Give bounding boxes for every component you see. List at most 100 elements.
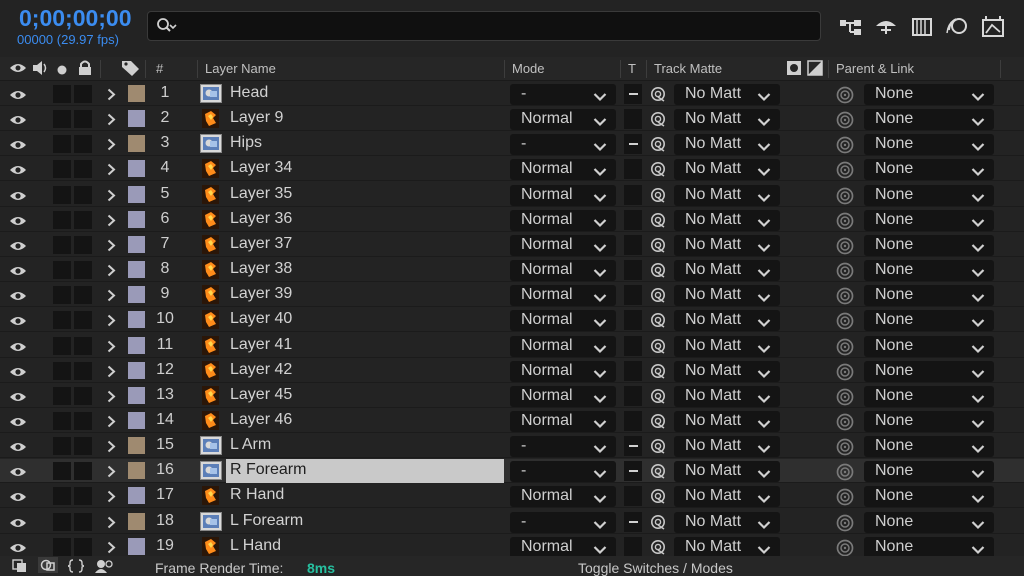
label-color-swatch[interactable] — [128, 386, 145, 404]
blend-mode-dropdown[interactable]: - — [510, 134, 616, 156]
blend-mode-dropdown[interactable]: Normal — [510, 335, 616, 357]
track-matte-dropdown[interactable]: No Matt — [674, 511, 780, 533]
layer-name[interactable]: Layer 36 — [226, 208, 504, 232]
layer-name[interactable]: Layer 37 — [226, 233, 504, 257]
layer-row[interactable]: 9 Layer 39 Normal No Matt None — [0, 283, 1024, 310]
label-color-swatch[interactable] — [128, 336, 145, 354]
lock-switch[interactable] — [74, 110, 92, 129]
blend-mode-dropdown[interactable]: Normal — [510, 385, 616, 407]
track-matte-dropdown[interactable]: No Matt — [674, 159, 780, 181]
layer-name[interactable]: Layer 39 — [226, 283, 504, 307]
chevron-right-icon[interactable] — [107, 541, 116, 556]
layer-row[interactable]: 17 R Hand Normal No Matt None — [0, 484, 1024, 509]
chevron-right-icon[interactable] — [107, 163, 116, 181]
layer-name[interactable]: R Hand — [226, 484, 504, 508]
parent-pickwhip-icon[interactable] — [836, 212, 854, 235]
parent-pickwhip-icon[interactable] — [836, 262, 854, 285]
layer-row[interactable]: 11 Layer 41 Normal No Matt None — [0, 333, 1024, 358]
eye-icon[interactable] — [9, 239, 27, 257]
parent-pickwhip-icon[interactable] — [836, 187, 854, 210]
matte-pickwhip-icon[interactable] — [650, 287, 666, 308]
preserve-transparency-toggle[interactable] — [624, 310, 642, 331]
solo-switch[interactable] — [53, 462, 71, 481]
eye-icon[interactable] — [9, 163, 27, 181]
eye-icon[interactable] — [9, 88, 27, 106]
label-color-swatch[interactable] — [128, 85, 145, 102]
lock-switch[interactable] — [74, 437, 92, 456]
layer-row[interactable]: 18 L Forearm - No Matt None — [0, 509, 1024, 537]
blend-mode-dropdown[interactable]: - — [510, 511, 616, 533]
layer-name[interactable]: Layer 40 — [226, 308, 504, 332]
parent-dropdown[interactable]: None — [864, 335, 994, 357]
preserve-transparency-toggle[interactable] — [624, 184, 642, 205]
chevron-right-icon[interactable] — [107, 365, 116, 383]
parent-pickwhip-icon[interactable] — [836, 86, 854, 109]
chevron-right-icon[interactable] — [107, 340, 116, 358]
preserve-transparency-toggle[interactable] — [624, 234, 642, 255]
parent-dropdown[interactable]: None — [864, 410, 994, 432]
eye-icon[interactable] — [9, 264, 27, 282]
blend-mode-dropdown[interactable]: Normal — [510, 234, 616, 256]
solo-switch[interactable] — [53, 210, 71, 229]
lock-switch[interactable] — [74, 286, 92, 305]
preserve-transparency-toggle[interactable] — [624, 536, 642, 556]
track-matte-dropdown[interactable]: No Matt — [674, 285, 780, 307]
blend-mode-dropdown[interactable]: Normal — [510, 410, 616, 432]
eye-icon[interactable] — [9, 113, 27, 131]
lock-switch[interactable] — [74, 336, 92, 355]
preserve-transparency-toggle[interactable] — [624, 461, 642, 482]
parent-pickwhip-icon[interactable] — [836, 413, 854, 436]
lock-switch[interactable] — [74, 361, 92, 380]
solo-switch[interactable] — [53, 487, 71, 506]
eye-icon[interactable] — [9, 289, 27, 307]
matte-pickwhip-icon[interactable] — [650, 438, 666, 459]
in-out-pane-icon[interactable] — [66, 559, 86, 576]
lock-switch[interactable] — [74, 411, 92, 430]
label-color-swatch[interactable] — [128, 185, 145, 203]
track-matte-dropdown[interactable]: No Matt — [674, 486, 780, 508]
layer-name[interactable]: Hips — [226, 132, 504, 156]
blend-mode-dropdown[interactable]: - — [510, 84, 616, 105]
chevron-right-icon[interactable] — [107, 516, 116, 534]
track-matte-dropdown[interactable]: No Matt — [674, 360, 780, 382]
graph-editor-icon[interactable] — [980, 14, 1006, 40]
blend-mode-dropdown[interactable]: - — [510, 461, 616, 483]
matte-pickwhip-icon[interactable] — [650, 463, 666, 484]
parent-pickwhip-icon[interactable] — [836, 463, 854, 486]
blend-mode-dropdown[interactable]: Normal — [510, 486, 616, 508]
track-matte-dropdown[interactable]: No Matt — [674, 109, 780, 131]
layer-name[interactable]: L Arm — [226, 434, 504, 458]
parent-pickwhip-icon[interactable] — [836, 388, 854, 411]
label-color-swatch[interactable] — [128, 487, 145, 505]
parent-dropdown[interactable]: None — [864, 234, 994, 256]
column-layer-name[interactable]: Layer Name — [205, 61, 276, 76]
preserve-transparency-toggle[interactable] — [624, 410, 642, 431]
blend-mode-dropdown[interactable]: Normal — [510, 109, 616, 131]
track-matte-dropdown[interactable]: No Matt — [674, 335, 780, 357]
blend-mode-dropdown[interactable]: Normal — [510, 184, 616, 206]
blend-mode-dropdown[interactable]: Normal — [510, 310, 616, 332]
layer-name[interactable]: Layer 34 — [226, 157, 504, 181]
matte-pickwhip-icon[interactable] — [650, 413, 666, 434]
layer-row[interactable]: 4 Layer 34 Normal No Matt None — [0, 157, 1024, 182]
layer-row[interactable]: 19 L Hand Normal No Matt None — [0, 534, 1024, 556]
eye-icon[interactable] — [9, 490, 27, 508]
eye-icon[interactable] — [9, 415, 27, 433]
lock-switch[interactable] — [74, 185, 92, 204]
parent-pickwhip-icon[interactable] — [836, 287, 854, 310]
motion-blur-icon[interactable] — [944, 14, 970, 40]
chevron-right-icon[interactable] — [107, 390, 116, 408]
layer-row[interactable]: 6 Layer 36 Normal No Matt None — [0, 207, 1024, 235]
label-color-swatch[interactable] — [128, 437, 145, 455]
solo-switch[interactable] — [53, 386, 71, 405]
eye-icon[interactable] — [9, 365, 27, 383]
layer-row[interactable]: 14 Layer 46 Normal No Matt None — [0, 408, 1024, 436]
solo-icon[interactable] — [57, 63, 67, 78]
layer-row[interactable]: 15 L Arm - No Matt None — [0, 434, 1024, 459]
lock-switch[interactable] — [74, 210, 92, 229]
parent-dropdown[interactable]: None — [864, 285, 994, 307]
parent-dropdown[interactable]: None — [864, 109, 994, 131]
parent-pickwhip-icon[interactable] — [836, 514, 854, 537]
matte-pickwhip-icon[interactable] — [650, 161, 666, 182]
parent-pickwhip-icon[interactable] — [836, 312, 854, 335]
